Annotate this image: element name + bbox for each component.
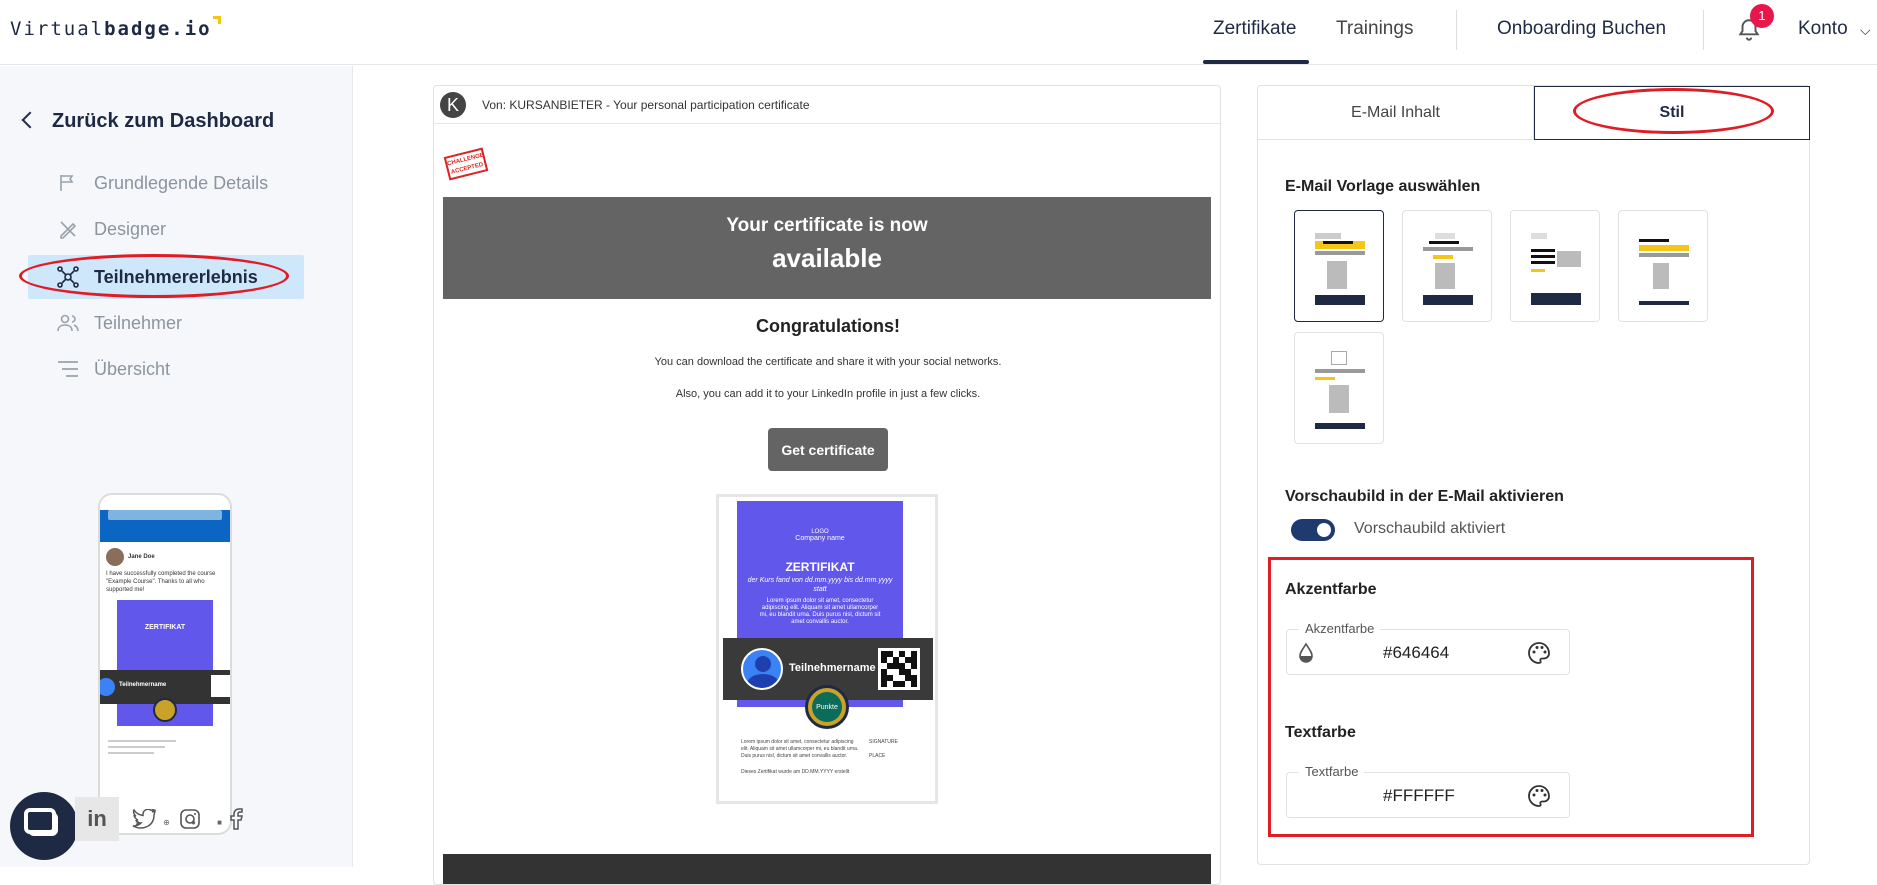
tab-stil[interactable]: Stil [1534, 86, 1810, 140]
notification-badge: 1 [1750, 4, 1774, 28]
template-option-4[interactable] [1618, 210, 1708, 322]
template-option-5[interactable] [1294, 332, 1384, 444]
settings-panel: E-Mail Inhalt Stil E-Mail Vorlage auswäh… [1257, 85, 1810, 865]
medal-icon: Punkte [805, 685, 849, 729]
twitter-icon[interactable] [122, 797, 166, 841]
header-divider [1703, 10, 1704, 50]
challenge-accepted-stamp: CHALLENGE ACCEPTED [443, 147, 489, 181]
sidebar-item-designer[interactable]: Designer [28, 207, 304, 251]
text-color-title: Textfarbe [1285, 724, 1356, 741]
template-option-3[interactable] [1510, 210, 1600, 322]
sidebar-item-uebersicht[interactable]: Übersicht [28, 347, 304, 391]
email-banner: Your certificate is now available [443, 197, 1211, 299]
nav-trainings[interactable]: Trainings [1336, 18, 1413, 40]
email-preview: K Von: KURSANBIETER - Your personal part… [433, 85, 1221, 885]
chevron-down-icon[interactable]: ⌵ [1860, 22, 1871, 39]
phone-user-name: Jane Doe [128, 554, 155, 560]
users-icon [56, 311, 80, 335]
template-section-title: E-Mail Vorlage auswählen [1285, 178, 1481, 195]
accent-color-title: Akzentfarbe [1285, 581, 1377, 598]
sidebar-item-grundlegende-details[interactable]: Grundlegende Details [28, 161, 304, 205]
avatar [100, 678, 115, 696]
certificate-preview: LOGO Company name ZERTIFIKAT der Kurs fa… [716, 494, 938, 804]
email-body-line: Also, you can add it to your LinkedIn pr… [675, 388, 981, 400]
email-from-line: Von: KURSANBIETER - Your personal partic… [482, 97, 810, 112]
phone-certificate-thumbnail: ZERTIFIKAT Teilnehmername [100, 600, 230, 726]
email-body-line: You can download the certificate and sha… [654, 356, 1002, 368]
sender-avatar: K [440, 91, 466, 118]
tab-email-inhalt[interactable]: E-Mail Inhalt [1258, 86, 1534, 140]
header-divider [1456, 10, 1457, 50]
color-drop-icon [1299, 642, 1313, 663]
pencil-ruler-icon [56, 217, 80, 241]
email-footer-bar [443, 854, 1211, 884]
nav-onboarding-buchen[interactable]: Onboarding Buchen [1497, 18, 1666, 40]
sidebar-item-teilnehmererlebnis[interactable]: Teilnehmererlebnis [28, 255, 304, 299]
top-header: Virtualbadge.io Zertifikate Trainings On… [0, 0, 1877, 65]
avatar [106, 548, 124, 566]
network-icon [56, 265, 80, 289]
list-icon [56, 357, 80, 381]
text-color-field[interactable]: Textfarbe #FFFFFF [1286, 764, 1570, 818]
template-option-2[interactable] [1402, 210, 1492, 322]
back-to-dashboard-link[interactable]: Zurück zum Dashboard [21, 110, 274, 133]
preview-section-title: Vorschaubild in der E-Mail aktivieren [1285, 488, 1564, 505]
logo-corner-mark [212, 16, 221, 24]
preview-toggle-label: Vorschaubild aktiviert [1354, 520, 1506, 537]
chevron-left-icon [21, 111, 39, 129]
sidebar: Zurück zum Dashboard Grundlegende Detail… [0, 66, 353, 867]
sidebar-item-teilnehmer[interactable]: Teilnehmer [28, 301, 304, 345]
qr-code-icon [878, 648, 920, 690]
congrats-heading: Congratulations! [756, 316, 900, 336]
linkedin-post-preview: Jane Doe I have successfully completed t… [98, 493, 232, 835]
preview-image-toggle[interactable] [1291, 519, 1335, 541]
phone-app-bar [100, 510, 230, 542]
flag-icon [56, 171, 80, 195]
nav-zertifikate[interactable]: Zertifikate [1213, 18, 1296, 40]
medal-icon [153, 698, 177, 722]
phone-post-text: I have successfully completed the course… [106, 571, 216, 593]
nav-active-indicator [1203, 60, 1309, 64]
palette-icon[interactable] [1527, 641, 1551, 665]
template-option-1[interactable] [1294, 210, 1384, 322]
email-sender-row: K Von: KURSANBIETER - Your personal part… [434, 86, 1220, 124]
logo[interactable]: Virtualbadge.io [10, 16, 221, 40]
get-certificate-button[interactable]: Get certificate [768, 428, 888, 471]
avatar [741, 648, 783, 690]
account-menu[interactable]: Konto [1798, 18, 1848, 40]
linkedin-icon[interactable]: in [75, 797, 119, 841]
qr-code-icon [211, 675, 230, 697]
facebook-icon[interactable] [214, 797, 258, 841]
chat-icon [24, 808, 56, 834]
instagram-icon[interactable] [168, 797, 212, 841]
accent-color-field[interactable]: Akzentfarbe #646464 [1286, 621, 1570, 675]
palette-icon[interactable] [1527, 784, 1551, 808]
chat-widget-button[interactable] [10, 792, 78, 860]
